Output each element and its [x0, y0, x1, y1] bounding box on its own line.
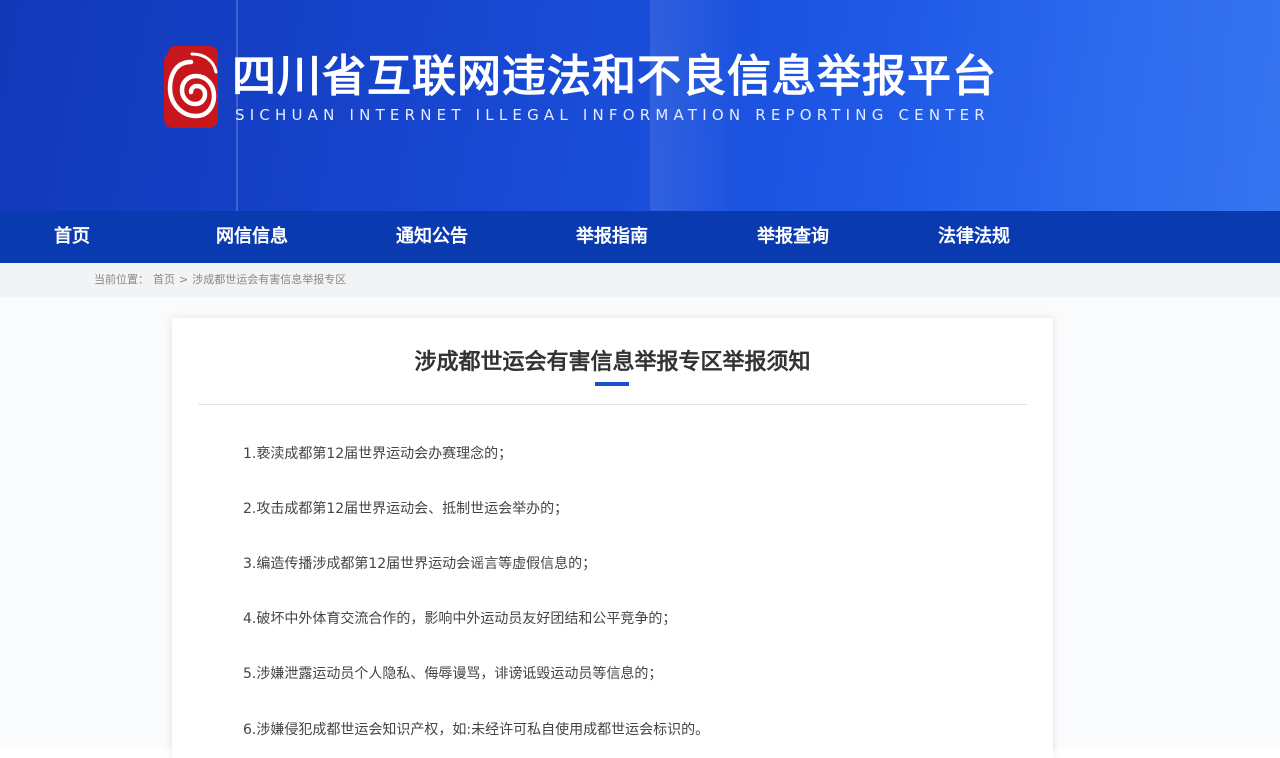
nav-item-home[interactable]: 首页	[54, 211, 90, 263]
nav-item-report-query[interactable]: 举报查询	[757, 211, 829, 263]
main-nav: 首页 网信信息 通知公告 举报指南 举报查询 法律法规	[0, 211, 1280, 263]
nav-item-cyber-info[interactable]: 网信信息	[216, 211, 288, 263]
breadcrumb-separator: >	[179, 273, 189, 286]
title-divider	[198, 404, 1027, 405]
breadcrumb-home-link[interactable]: 首页	[153, 273, 175, 286]
rule-item: 6.涉嫌侵犯成都世运会知识产权，如:未经许可私自使用成都世运会标识的。	[243, 722, 710, 738]
breadcrumb: 当前位置： 首页 > 涉成都世运会有害信息举报专区	[94, 263, 346, 297]
title-underline	[595, 382, 629, 386]
nav-item-notices[interactable]: 通知公告	[396, 211, 468, 263]
article-card: 涉成都世运会有害信息举报专区举报须知 1.亵渎成都第12届世界运动会办赛理念的；…	[172, 318, 1053, 758]
rule-item: 3.编造传播涉成都第12届世界运动会谣言等虚假信息的；	[243, 556, 597, 572]
site-title: 四川省互联网违法和不良信息举报平台	[232, 51, 997, 102]
breadcrumb-bar: 当前位置： 首页 > 涉成都世运会有害信息举报专区	[0, 263, 1280, 297]
nav-item-laws[interactable]: 法律法规	[938, 211, 1010, 263]
rule-item: 2.攻击成都第12届世界运动会、抵制世运会举办的；	[243, 501, 569, 517]
breadcrumb-current-link[interactable]: 涉成都世运会有害信息举报专区	[192, 273, 346, 286]
spiral-seal-icon[interactable]	[162, 44, 220, 130]
rule-item: 5.涉嫌泄露运动员个人隐私、侮辱谩骂，诽谤诋毁运动员等信息的；	[243, 666, 663, 682]
rule-item: 4.破坏中外体育交流合作的，影响中外运动员友好团结和公平竞争的；	[243, 611, 677, 627]
header-banner: 四川省互联网违法和不良信息举报平台 SICHUAN INTERNET ILLEG…	[0, 0, 1280, 211]
article-title: 涉成都世运会有害信息举报专区举报须知	[414, 350, 811, 375]
rule-item: 1.亵渎成都第12届世界运动会办赛理念的；	[243, 446, 513, 462]
site-subtitle: SICHUAN INTERNET ILLEGAL INFORMATION REP…	[235, 106, 990, 124]
nav-item-report-guide[interactable]: 举报指南	[576, 211, 648, 263]
breadcrumb-label: 当前位置：	[94, 273, 149, 286]
